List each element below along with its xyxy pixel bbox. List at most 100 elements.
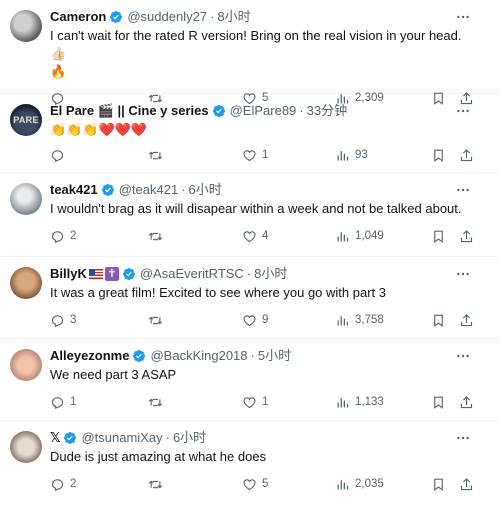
timestamp[interactable]: 6小时 [189, 181, 222, 199]
bookmark-button[interactable] [431, 395, 446, 410]
share-button[interactable] [459, 477, 474, 492]
reply-icon [51, 314, 64, 327]
heart-icon [243, 478, 256, 490]
avatar-text: PARE [13, 115, 39, 125]
author-name[interactable]: Cameron [50, 8, 106, 26]
reply-icon [51, 478, 64, 491]
share-button[interactable] [459, 395, 474, 410]
separator-dot: · [250, 348, 255, 363]
bookmark-button[interactable] [431, 477, 446, 492]
share-button[interactable] [459, 229, 474, 244]
retweet-button[interactable] [148, 395, 168, 410]
like-button[interactable]: 1 [242, 148, 268, 163]
verified-badge-icon [110, 11, 123, 23]
share-icon [460, 148, 473, 161]
bookmark-button[interactable] [431, 229, 446, 244]
avatar[interactable] [10, 183, 42, 215]
author-handle[interactable]: @BackKing2018 [150, 347, 247, 365]
views-count: 2,035 [355, 478, 384, 490]
author-name[interactable]: Alleyezonme [50, 347, 129, 365]
us-flag-icon [88, 269, 103, 279]
avatar[interactable]: PARE [10, 104, 42, 136]
author-name[interactable]: BillyK [50, 265, 87, 283]
retweet-button[interactable] [148, 313, 168, 328]
tweet[interactable]: BillyK ✝ @AsaEveritRTSC · 8小时 It was a g… [0, 257, 500, 339]
verified-badge-icon [64, 432, 77, 444]
like-button[interactable]: 4 [242, 229, 268, 244]
tweet-header: Cameron @suddenly27 · 8小时 [50, 8, 488, 26]
retweet-icon [148, 316, 163, 324]
more-horizontal-icon[interactable] [454, 265, 472, 283]
bookmark-button[interactable] [431, 313, 446, 328]
reply-button[interactable]: 2 [50, 229, 76, 244]
author-handle[interactable]: @tsunamiXay [81, 429, 162, 447]
action-bar: 1 1 1,133 [50, 391, 488, 413]
retweet-button[interactable] [148, 229, 168, 244]
reply-icon [51, 230, 64, 243]
author-handle[interactable]: @ElPare89 [230, 102, 297, 120]
tweet-text: It was a great film! Excited to see wher… [50, 285, 386, 300]
author-handle[interactable]: @AsaEveritRTSC [140, 265, 244, 283]
avatar[interactable] [10, 349, 42, 381]
more-horizontal-icon[interactable] [454, 102, 472, 120]
views-chart-icon [337, 150, 349, 160]
author-name[interactable]: 𝕏 [50, 429, 60, 447]
share-button[interactable] [459, 313, 474, 328]
verified-badge-icon [122, 268, 135, 280]
timestamp[interactable]: 8小时 [217, 8, 250, 26]
timestamp[interactable]: 33分钟 [307, 102, 347, 120]
tweet[interactable]: Cameron @suddenly27 · 8小时 I can't wait f… [0, 0, 500, 105]
author-name[interactable]: El Pare 🎬 || Cine y series [50, 102, 209, 120]
like-count: 1 [262, 396, 269, 408]
retweet-icon [148, 151, 163, 159]
bookmark-button[interactable] [431, 148, 446, 163]
retweet-button[interactable] [148, 148, 168, 163]
views-button[interactable]: 2,035 [335, 477, 384, 492]
views-button[interactable]: 93 [335, 148, 368, 163]
like-button[interactable]: 5 [242, 477, 268, 492]
author-name[interactable]: teak421 [50, 181, 98, 199]
more-horizontal-icon[interactable] [454, 8, 472, 26]
more-horizontal-icon[interactable] [454, 181, 472, 199]
views-button[interactable]: 1,133 [335, 395, 384, 410]
retweet-button[interactable] [148, 477, 168, 492]
views-button[interactable]: 1,049 [335, 229, 384, 244]
timestamp[interactable]: 5小时 [258, 347, 291, 365]
reply-button[interactable] [50, 148, 70, 163]
reply-button[interactable]: 2 [50, 477, 76, 492]
more-horizontal-icon[interactable] [454, 429, 472, 447]
avatar[interactable] [10, 267, 42, 299]
like-button[interactable]: 9 [242, 313, 268, 328]
heart-icon [243, 230, 256, 242]
like-count: 1 [262, 149, 269, 161]
like-count: 4 [262, 230, 269, 242]
separator-dot: · [299, 103, 304, 118]
avatar[interactable] [10, 431, 42, 463]
reply-button[interactable]: 1 [50, 395, 76, 410]
tweet-text: 👏👏👏❤️❤️❤️ [50, 122, 148, 137]
like-button[interactable]: 1 [242, 395, 268, 410]
tweet[interactable]: PARE El Pare 🎬 || Cine y series @ElPare8… [0, 94, 500, 173]
tweet[interactable]: teak421 @teak421 · 6小时 I wouldn't brag a… [0, 173, 500, 257]
views-button[interactable]: 3,758 [335, 313, 384, 328]
tweet[interactable]: 𝕏 @tsunamiXay · 6小时 Dude is just amazing… [0, 421, 500, 503]
avatar[interactable] [10, 10, 42, 42]
views-chart-icon [337, 397, 349, 407]
author-handle[interactable]: @suddenly27 [127, 8, 207, 26]
heart-icon [243, 396, 256, 408]
reply-count: 1 [70, 396, 77, 408]
tweet[interactable]: Alleyezonme @BackKing2018 · 5小时 We need … [0, 339, 500, 421]
timestamp[interactable]: 8小时 [254, 265, 287, 283]
reply-count: 2 [70, 478, 77, 490]
like-count: 9 [262, 314, 269, 326]
timestamp[interactable]: 6小时 [173, 429, 206, 447]
views-count: 3,758 [355, 314, 384, 326]
bookmark-icon [434, 478, 443, 491]
reply-icon [51, 396, 64, 409]
bookmark-icon [434, 230, 443, 243]
reply-button[interactable]: 3 [50, 313, 76, 328]
share-button[interactable] [459, 148, 474, 163]
tweet-header: Alleyezonme @BackKing2018 · 5小时 [50, 347, 488, 365]
author-handle[interactable]: @teak421 [119, 181, 178, 199]
more-horizontal-icon[interactable] [454, 347, 472, 365]
